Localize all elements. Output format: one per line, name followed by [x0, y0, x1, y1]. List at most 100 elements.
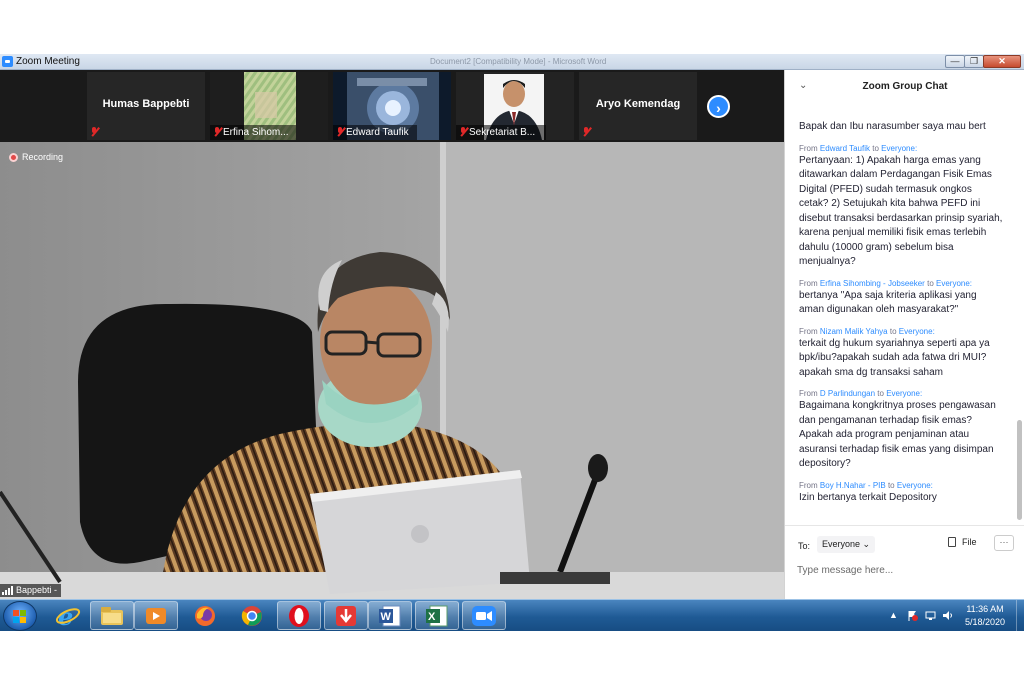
participant-tile[interactable]: Edward Taufik — [333, 72, 451, 140]
sender-name[interactable]: Boy H.Nahar - PIB — [820, 481, 886, 490]
chat-message-list[interactable]: Bapak dan Ibu narasumber saya mau bert F… — [799, 120, 1004, 535]
recipient-label: To: — [798, 541, 811, 551]
volume-icon[interactable] — [942, 610, 953, 621]
start-button[interactable] — [3, 601, 37, 631]
sender-name[interactable]: D Parlindungan — [820, 389, 875, 398]
zoom-taskbar-button[interactable] — [462, 601, 506, 630]
recording-indicator: Recording — [9, 152, 63, 162]
folder-icon — [101, 606, 123, 625]
excel-taskbar-button[interactable]: X — [415, 601, 459, 630]
minimize-button[interactable]: — — [945, 55, 965, 68]
more-options-button[interactable]: ··· — [994, 535, 1014, 551]
participant-caption: Erfina Sihom... — [223, 127, 289, 138]
zoom-meeting-window: Zoom Meeting Document2 [Compatibility Mo… — [0, 54, 1024, 599]
close-button[interactable]: ✕ — [983, 55, 1021, 68]
recipient-dropdown[interactable]: Everyone ⌄ — [817, 536, 876, 553]
zoom-app-icon — [2, 56, 13, 67]
muted-mic-icon — [336, 127, 345, 137]
speaker-name: Bappebti - — [16, 585, 58, 595]
desktop-screenshot: Zoom Meeting Document2 [Compatibility Mo… — [0, 0, 1024, 682]
file-button[interactable]: File — [948, 537, 977, 547]
recording-icon — [9, 152, 18, 162]
chat-composer: To: Everyone ⌄ File ··· — [785, 525, 1024, 599]
maximize-button[interactable]: ❐ — [964, 55, 984, 68]
windows-taskbar: e W X ▲ 11:36 AM 5/18/2020 — [0, 599, 1024, 632]
chat-message: From Nizam Malik Yahya to Everyone: terk… — [799, 326, 1004, 381]
file-icon — [948, 537, 956, 547]
sender-name[interactable]: Edward Taufik — [820, 144, 870, 153]
system-clock[interactable]: 11:36 AM 5/18/2020 — [960, 603, 1010, 629]
chat-message-text: bertanya "Apa saja kriteria aplikasi yan… — [799, 289, 977, 316]
participant-tile[interactable]: Humas Bappebti — [87, 72, 205, 140]
chat-message-text: Izin bertanya terkait Depository — [799, 491, 937, 503]
file-explorer-taskbar-button[interactable] — [90, 601, 134, 630]
participant-tile[interactable]: Aryo Kemendag — [579, 72, 697, 140]
svg-text:X: X — [428, 611, 436, 623]
chat-scrollbar[interactable] — [1017, 420, 1022, 520]
muted-mic-icon — [213, 127, 222, 137]
system-tray: ▲ 11:36 AM 5/18/2020 — [880, 600, 1024, 632]
window-titlebar[interactable]: Zoom Meeting Document2 [Compatibility Mo… — [0, 54, 1024, 70]
chat-header: ⌄ Zoom Group Chat — [785, 70, 1024, 100]
participant-tile[interactable]: Sekretariat B... — [456, 72, 574, 140]
network-icon[interactable] — [925, 610, 936, 621]
participant-name: Humas Bappebti — [102, 98, 190, 110]
recipient-name: Everyone: — [896, 480, 933, 490]
chrome-taskbar-button[interactable] — [230, 601, 274, 630]
muted-mic-icon — [90, 127, 99, 137]
sender-name[interactable]: Erfina Sihombing - Jobseeker — [820, 279, 925, 288]
media-player-taskbar-button[interactable] — [134, 601, 178, 630]
chat-message-text: terkait dg hukum syariahnya seperti apa … — [799, 337, 990, 378]
firefox-taskbar-button[interactable] — [183, 601, 227, 630]
excel-icon: X — [426, 605, 448, 626]
media-player-icon — [146, 607, 166, 624]
recipient-name: Everyone: — [898, 326, 935, 336]
internet-explorer-taskbar-button[interactable]: e — [46, 601, 90, 630]
file-label: File — [962, 537, 977, 547]
active-speaker-video: Recording Bappebti - — [0, 142, 784, 599]
chat-title: Zoom Group Chat — [862, 81, 948, 92]
recipient-name: Everyone: — [886, 389, 923, 398]
recipient-name: Everyone: — [881, 143, 918, 153]
zoom-icon — [472, 605, 496, 626]
chat-message-sender: From Boy H.Nahar - PIB to Everyone: — [799, 480, 933, 490]
chat-message-text: Bapak dan Ibu narasumber saya mau bert — [799, 121, 986, 132]
recipient-name: Everyone: — [936, 278, 973, 288]
background-window-title: Document2 [Compatibility Mode] - Microso… — [430, 57, 607, 66]
internet-explorer-icon: e — [55, 603, 81, 629]
action-center-flag-icon[interactable] — [907, 610, 918, 621]
participant-strip: Humas Bappebti Erfina Sihom... Edward Ta… — [0, 70, 784, 142]
opera-icon — [289, 604, 309, 627]
participant-tile[interactable]: Erfina Sihom... — [210, 72, 328, 140]
participant-caption: Sekretariat B... — [469, 127, 536, 138]
signal-strength-icon — [2, 586, 13, 595]
chat-panel: ⌄ Zoom Group Chat Bapak dan Ibu narasumb… — [784, 70, 1024, 599]
muted-mic-icon — [582, 127, 591, 137]
recording-label: Recording — [22, 152, 64, 162]
chat-message-input[interactable] — [797, 565, 1007, 576]
downloader-taskbar-button[interactable] — [324, 601, 368, 630]
chat-message-sender: From Nizam Malik Yahya to Everyone: — [799, 326, 935, 336]
chat-message: From Erfina Sihombing - Jobseeker to Eve… — [799, 278, 1004, 318]
sender-name[interactable]: Nizam Malik Yahya — [820, 327, 888, 336]
show-hidden-icons-icon[interactable]: ▲ — [889, 610, 898, 620]
clock-time: 11:36 AM — [966, 604, 1004, 614]
chat-message: Bapak dan Ibu narasumber saya mau bert — [799, 120, 1004, 135]
chat-message-sender: From Edward Taufik to Everyone: — [799, 143, 918, 153]
word-icon: W — [379, 605, 401, 626]
show-desktop-button[interactable] — [1016, 600, 1024, 632]
chat-message-text: Bagaimana kongkritnya proses pengawasan … — [799, 400, 996, 469]
svg-text:W: W — [381, 611, 392, 623]
speaker-video-frame — [0, 142, 784, 599]
muted-mic-icon — [459, 127, 468, 137]
speaker-name-label: Bappebti - — [0, 584, 62, 597]
chat-message-text: Pertanyaan: 1) Apakah harga emas yang di… — [799, 154, 1003, 268]
participant-caption: Edward Taufik — [346, 127, 409, 138]
opera-taskbar-button[interactable] — [277, 601, 321, 630]
chrome-icon — [241, 605, 262, 626]
word-taskbar-button[interactable]: W — [368, 601, 412, 630]
windows-logo-icon — [13, 610, 27, 623]
next-page-button[interactable]: › — [707, 95, 730, 118]
firefox-icon — [195, 605, 215, 626]
window-title: Zoom Meeting — [16, 56, 80, 67]
